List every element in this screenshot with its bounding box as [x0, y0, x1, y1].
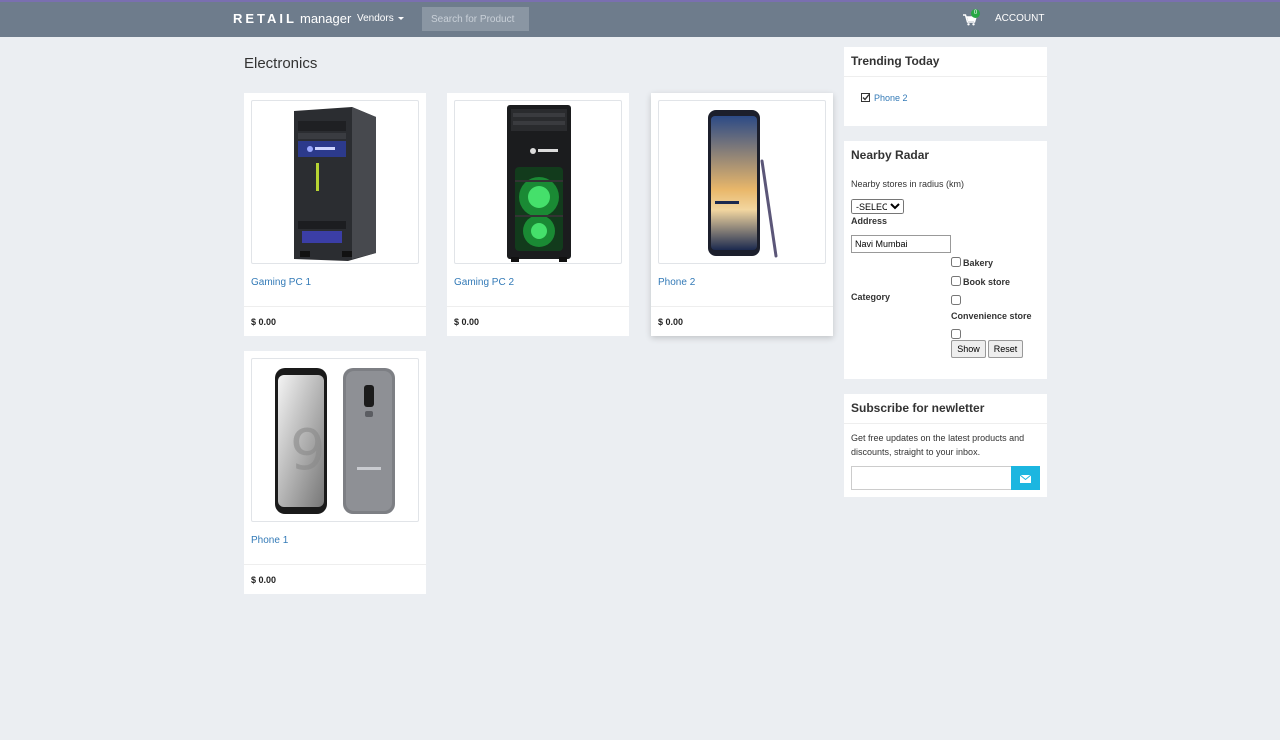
book-store-checkbox[interactable]	[951, 276, 961, 286]
newsletter-panel: Subscribe for newletter Get free updates…	[844, 394, 1047, 497]
newsletter-description: Get free updates on the latest products …	[851, 433, 1025, 457]
subscribe-button[interactable]	[1011, 466, 1040, 490]
category-label: Category	[851, 292, 891, 302]
product-card[interactable]: Phone 2 $ 0.00	[651, 93, 833, 336]
product-price: $ 0.00	[454, 317, 480, 327]
extra-category-checkbox[interactable]	[951, 329, 961, 339]
convenience-store-label: Convenience store	[951, 311, 1032, 321]
product-card[interactable]: Gaming PC 1 $ 0.00	[244, 93, 426, 336]
product-price: $ 0.00	[251, 317, 277, 327]
page-title: Electronics	[244, 55, 318, 72]
product-name-link[interactable]: Gaming PC 1	[251, 277, 311, 288]
radar-title: Nearby Radar	[851, 148, 930, 162]
product-image[interactable]	[454, 100, 622, 264]
checkbox-checked-icon	[861, 93, 870, 102]
envelope-icon	[1019, 474, 1032, 483]
product-name-link[interactable]: Phone 1	[251, 535, 288, 546]
account-link[interactable]: ACCOUNT	[995, 13, 1044, 24]
product-image[interactable]	[658, 100, 826, 264]
newsletter-email-input[interactable]	[851, 466, 1012, 490]
product-name-link[interactable]: Gaming PC 2	[454, 277, 514, 288]
vendors-dropdown[interactable]: Vendors	[357, 13, 404, 24]
panel-divider	[844, 76, 1047, 77]
card-divider	[244, 306, 426, 307]
search-input[interactable]	[422, 7, 529, 31]
panel-divider	[844, 423, 1047, 424]
book-store-label: Book store	[963, 277, 1011, 287]
top-navbar: RETAILmanager Vendors 0 ACCOUNT	[0, 0, 1280, 37]
svg-text:9: 9	[290, 418, 326, 483]
trending-item[interactable]: Phone 2	[861, 93, 908, 103]
product-price: $ 0.00	[251, 575, 277, 585]
product-price: $ 0.00	[658, 317, 684, 327]
bakery-label: Bakery	[963, 258, 994, 268]
reset-button[interactable]: Reset	[988, 340, 1023, 358]
trending-item-label: Phone 2	[874, 93, 908, 103]
radius-label: Nearby stores in radius (km)	[851, 179, 965, 189]
product-card[interactable]: Gaming PC 2 $ 0.00	[447, 93, 629, 336]
vendors-label: Vendors	[357, 13, 394, 24]
brand-bold: RETAIL	[233, 11, 297, 26]
card-divider	[244, 564, 426, 565]
show-button[interactable]: Show	[951, 340, 986, 358]
convenience-store-checkbox[interactable]	[951, 295, 961, 305]
trending-title: Trending Today	[851, 54, 940, 68]
trending-panel: Trending Today Phone 2	[844, 47, 1047, 126]
address-input[interactable]	[851, 235, 951, 253]
cart-count-badge: 0	[971, 9, 980, 18]
caret-down-icon	[397, 16, 404, 20]
product-card[interactable]: 9 Phone 1 $ 0.00	[244, 351, 426, 594]
radius-select[interactable]: -SELECT-	[851, 199, 904, 214]
nearby-radar-panel: Nearby Radar Nearby stores in radius (km…	[844, 141, 1047, 379]
brand-light: manager	[299, 11, 352, 26]
address-label: Address	[851, 216, 888, 226]
brand-logo[interactable]: RETAIL manager	[233, 11, 351, 26]
product-image[interactable]: 9	[251, 358, 419, 522]
bakery-checkbox[interactable]	[951, 257, 961, 267]
product-image[interactable]	[251, 100, 419, 264]
card-divider	[447, 306, 629, 307]
product-name-link[interactable]: Phone 2	[658, 277, 695, 288]
card-divider	[651, 306, 833, 307]
newsletter-title: Subscribe for newletter	[851, 401, 985, 415]
